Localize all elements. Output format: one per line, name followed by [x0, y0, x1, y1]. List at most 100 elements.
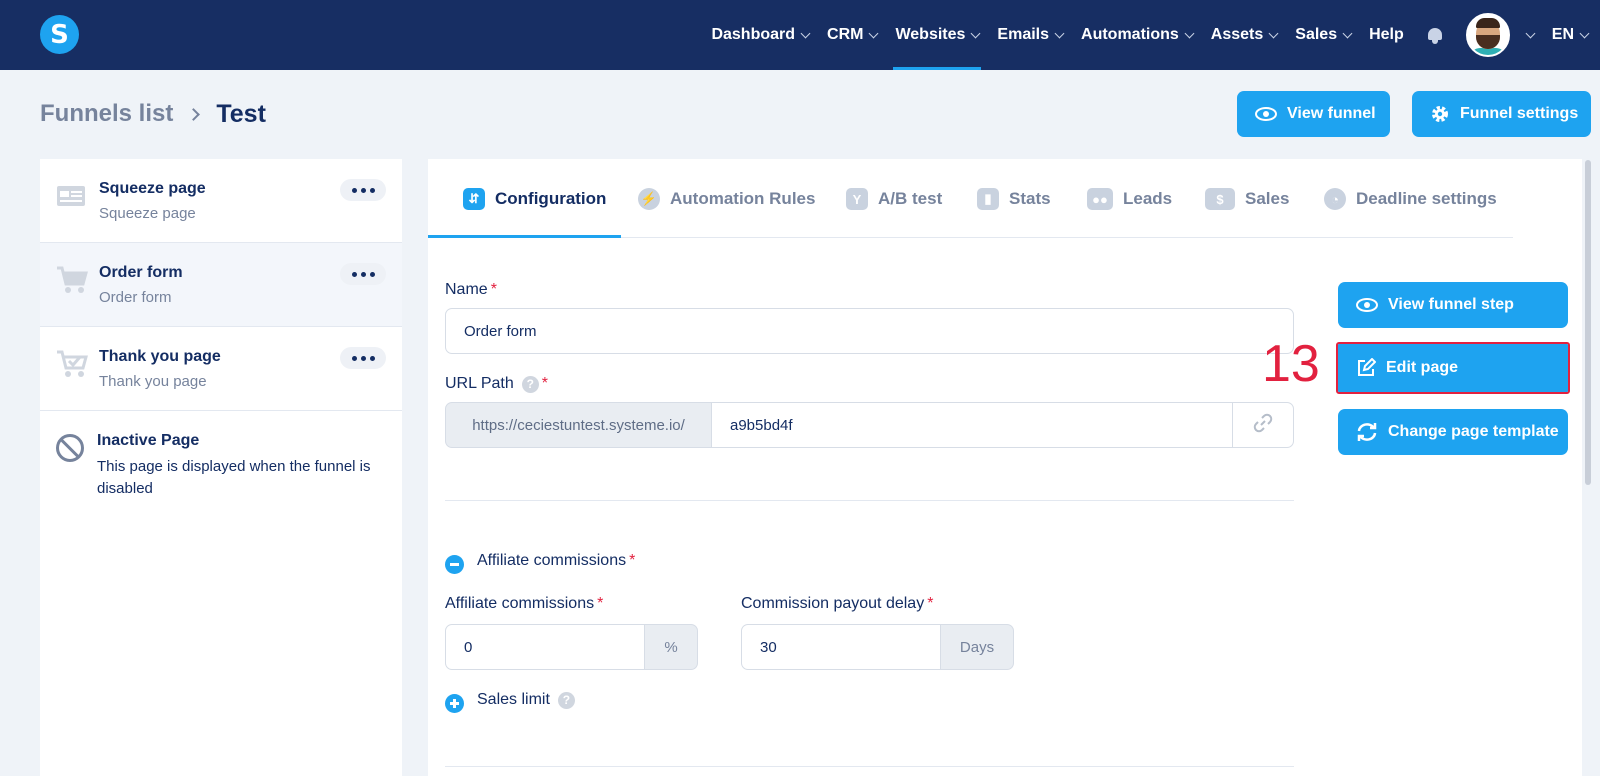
bar-chart-icon: ▮ [977, 188, 999, 210]
inactive-page-title: Inactive Page [97, 432, 200, 449]
required-mark: * [490, 281, 497, 298]
cart-icon [56, 265, 88, 295]
top-navbar: S Dashboard CRM Websites Emails Automati… [0, 0, 1600, 70]
affiliate-section-label: Affiliate commissions * [477, 552, 635, 570]
tab-automation-rules[interactable]: ⚡ Automation Rules [638, 185, 815, 213]
eye-icon [1255, 107, 1277, 121]
gear-icon [1430, 104, 1450, 124]
copy-link-button[interactable] [1232, 402, 1294, 448]
nav-dashboard[interactable]: Dashboard [711, 0, 811, 70]
nav-automations[interactable]: Automations [1081, 0, 1195, 70]
nav-sales[interactable]: Sales [1295, 0, 1353, 70]
tab-sales[interactable]: $ Sales [1205, 185, 1289, 213]
edit-page-label: Edit page [1386, 359, 1459, 376]
more-options-icon[interactable] [340, 263, 386, 285]
more-options-icon[interactable] [340, 179, 386, 201]
nav-assets-label: Assets [1210, 26, 1264, 43]
tab-leads[interactable]: ●● Leads [1087, 185, 1172, 213]
tab-deadline-settings[interactable]: ◔ Deadline settings [1324, 185, 1497, 213]
step-title: Order form [99, 264, 183, 281]
squeeze-page-icon [56, 181, 86, 211]
nav-emails[interactable]: Emails [997, 0, 1065, 70]
change-page-template-button[interactable]: Change page template [1338, 409, 1568, 455]
name-label: Name * [445, 281, 497, 299]
sales-limit-label: Sales limit? [477, 691, 575, 709]
percent-unit: % [664, 638, 678, 656]
nav-assets[interactable]: Assets [1210, 0, 1279, 70]
url-path-label-text: URL Path [445, 375, 514, 392]
edit-page-button[interactable]: Edit page [1336, 342, 1570, 394]
funnel-settings-button[interactable]: Funnel settings [1412, 91, 1591, 137]
step-title: Thank you page [99, 348, 221, 365]
step-squeeze-page[interactable]: Squeeze page Squeeze page [40, 159, 402, 243]
chevron-down-icon [1525, 28, 1536, 38]
nav-menu: Dashboard CRM Websites Emails Automation… [693, 0, 1590, 70]
collapse-icon[interactable] [445, 555, 464, 574]
funnel-settings-label: Funnel settings [1460, 105, 1579, 122]
bell-icon[interactable] [1426, 26, 1444, 44]
divider [445, 766, 1294, 767]
page-title: Test [216, 99, 266, 128]
payout-delay-input[interactable]: 30 [741, 624, 943, 670]
ban-icon [56, 434, 84, 462]
step-title: Squeeze page [99, 180, 206, 197]
annotation-step-number: 13 [1262, 335, 1320, 393]
step-thank-you-page[interactable]: Thank you page Thank you page [40, 327, 402, 411]
help-icon[interactable]: ? [521, 375, 539, 393]
url-path-value: a9b5bd4f [730, 416, 793, 434]
url-prefix: https://ceciestuntest.systeme.io/ [445, 402, 712, 448]
chevron-down-icon [970, 28, 981, 38]
affiliate-commissions-label-text: Affiliate commissions [445, 595, 595, 612]
avatar-menu-toggle[interactable] [1520, 0, 1536, 70]
step-order-form[interactable]: Order form Order form [40, 243, 402, 327]
affiliate-commissions-input[interactable]: 0 [445, 624, 647, 670]
change-page-template-label: Change page template [1388, 423, 1559, 440]
nav-crm[interactable]: CRM [827, 0, 879, 70]
nav-websites[interactable]: Websites [893, 0, 982, 70]
users-icon: ●● [1087, 188, 1113, 210]
url-path-input[interactable]: a9b5bd4f [711, 402, 1233, 448]
chevron-down-icon [1268, 28, 1279, 38]
nav-help-label: Help [1369, 26, 1404, 43]
tab-deadline-settings-label: Deadline settings [1356, 189, 1497, 208]
required-mark: * [927, 595, 934, 612]
clock-icon: ◔ [1324, 188, 1346, 210]
chevron-down-icon [1054, 28, 1065, 38]
name-input[interactable]: Order form [445, 308, 1294, 354]
tab-configuration-label: Configuration [495, 189, 607, 208]
inactive-page-description: This page is displayed when the funnel i… [97, 458, 371, 497]
help-icon[interactable]: ? [557, 691, 575, 709]
affiliate-commissions-label: Affiliate commissions * [445, 595, 603, 613]
user-avatar[interactable] [1465, 13, 1510, 57]
chevron-right-icon [187, 107, 201, 121]
language-selector[interactable]: EN [1551, 0, 1590, 70]
bolt-icon: ⚡ [638, 188, 660, 210]
name-input-value: Order form [464, 322, 537, 340]
refresh-icon [1356, 422, 1378, 442]
tab-bar: ⇵ Configuration ⚡ Automation Rules Y A/B… [428, 159, 1513, 238]
required-mark: * [597, 595, 604, 612]
nav-automations-label: Automations [1081, 26, 1179, 43]
nav-help[interactable]: Help [1369, 0, 1404, 70]
step-inactive-page[interactable]: Inactive Page This page is displayed whe… [40, 411, 402, 511]
view-funnel-step-button[interactable]: View funnel step [1338, 282, 1568, 328]
tab-sales-label: Sales [1245, 189, 1290, 208]
view-funnel-button[interactable]: View funnel [1237, 91, 1390, 137]
sales-limit-text: Sales limit [477, 691, 550, 708]
tab-configuration[interactable]: ⇵ Configuration [463, 185, 606, 213]
scrollbar[interactable] [1585, 160, 1591, 485]
percent-addon: % [644, 624, 698, 670]
more-options-icon[interactable] [340, 347, 386, 369]
payout-delay-label: Commission payout delay * [741, 595, 933, 613]
payout-delay-label-text: Commission payout delay [741, 595, 925, 612]
view-funnel-step-label: View funnel step [1388, 296, 1514, 313]
tab-stats[interactable]: ▮ Stats [977, 185, 1051, 213]
systeme-logo[interactable]: S [40, 15, 79, 54]
breadcrumb-funnels-list[interactable]: Funnels list [40, 100, 173, 128]
expand-icon[interactable] [445, 694, 464, 713]
step-subtitle: Squeeze page [99, 205, 196, 222]
edit-icon [1356, 358, 1376, 378]
tab-ab-test[interactable]: Y A/B test [846, 185, 942, 213]
tab-stats-label: Stats [1009, 189, 1051, 208]
language-label: EN [1551, 26, 1574, 43]
